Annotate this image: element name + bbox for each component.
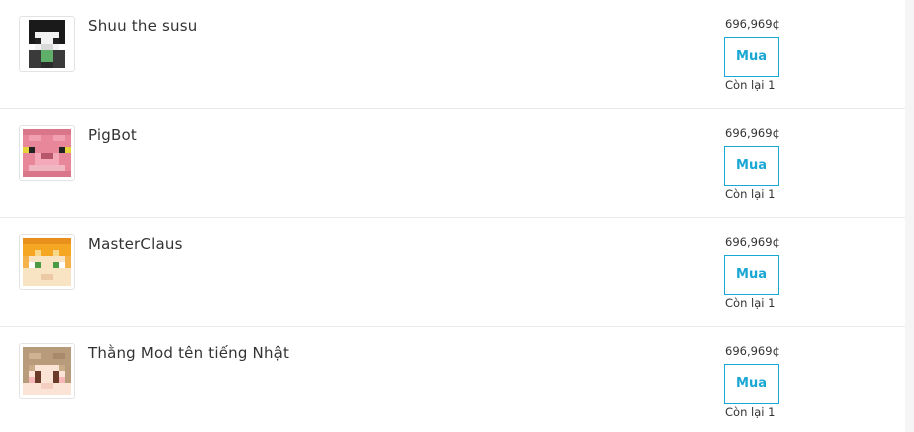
item-stock: Còn lại 1 — [725, 187, 776, 201]
item-name: Shuu the susu — [88, 17, 198, 35]
item-price: 696,969¢ — [725, 126, 780, 140]
list-item: MasterClaus 696,969¢ Mua Còn lại 1 — [0, 218, 905, 327]
list-item: Shuu the susu 696,969¢ Mua Còn lại 1 — [0, 0, 905, 109]
item-price: 696,969¢ — [725, 235, 780, 249]
item-stock: Còn lại 1 — [725, 405, 776, 419]
skin-head-shuu-icon — [19, 16, 75, 72]
scrollbar[interactable] — [905, 0, 914, 432]
buy-button[interactable]: Mua — [724, 37, 779, 77]
item-name: MasterClaus — [88, 235, 183, 253]
list-item: PigBot 696,969¢ Mua Còn lại 1 — [0, 109, 905, 218]
skin-head-pig-icon — [19, 125, 75, 181]
skin-head-orange-hair-icon — [19, 234, 75, 290]
item-stock: Còn lại 1 — [725, 78, 776, 92]
buy-button[interactable]: Mua — [724, 255, 779, 295]
buy-button[interactable]: Mua — [724, 146, 779, 186]
product-list: Shuu the susu 696,969¢ Mua Còn lại 1 Pig… — [0, 0, 905, 432]
item-name: PigBot — [88, 126, 137, 144]
item-price: 696,969¢ — [725, 17, 780, 31]
skin-head-brown-hair-icon — [19, 343, 75, 399]
item-stock: Còn lại 1 — [725, 296, 776, 310]
buy-button[interactable]: Mua — [724, 364, 779, 404]
item-price: 696,969¢ — [725, 344, 780, 358]
list-item: Thằng Mod tên tiếng Nhật 696,969¢ Mua Cò… — [0, 327, 905, 432]
item-name: Thằng Mod tên tiếng Nhật — [88, 344, 290, 362]
